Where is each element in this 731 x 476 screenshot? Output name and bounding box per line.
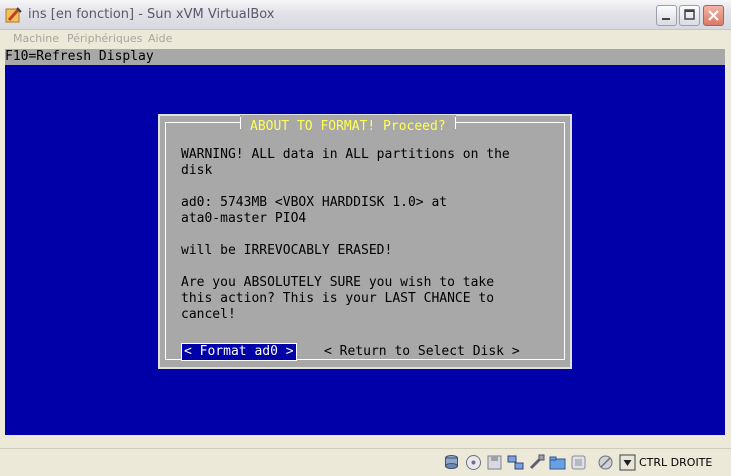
vrdp-icon[interactable]	[570, 454, 587, 471]
warning-text: WARNING! ALL data in ALL partitions on t…	[181, 147, 510, 178]
disk-info-text: ad0: 5743MB <VBOX HARDDISK 1.0> at ata0-…	[181, 195, 448, 226]
menu-machine[interactable]: Machine	[13, 32, 59, 45]
close-button[interactable]	[703, 5, 724, 26]
menu-aide[interactable]: Aide	[148, 32, 172, 45]
minimize-button[interactable]	[656, 5, 677, 26]
dialog-frame: ABOUT TO FORMAT! Proceed? WARNING! ALL d…	[165, 115, 565, 361]
virtualbox-app-icon	[5, 6, 23, 24]
shared-folder-icon[interactable]	[549, 454, 566, 471]
refresh-hint: F10=Refresh Display	[5, 49, 725, 65]
format-confirm-dialog: ABOUT TO FORMAT! Proceed? WARNING! ALL d…	[158, 114, 572, 369]
menu-peripheriques[interactable]: Périphériques	[67, 32, 142, 45]
usb-icon[interactable]	[528, 454, 545, 471]
network-icon[interactable]	[507, 454, 524, 471]
close-icon	[708, 10, 719, 21]
format-ad0-button[interactable]: < Format ad0 >	[181, 343, 297, 361]
status-bar: CTRL DROITE	[0, 448, 731, 476]
minimize-icon	[662, 18, 670, 20]
window-title: ins [en fonction] - Sun xVM VirtualBox	[28, 7, 275, 22]
dialog-title-box: ABOUT TO FORMAT! Proceed?	[240, 115, 456, 134]
vm-display[interactable]: F10=Refresh Display ABOUT TO FORMAT! Pro…	[5, 49, 725, 435]
dialog-title: ABOUT TO FORMAT! Proceed?	[250, 119, 446, 134]
floppy-icon[interactable]	[486, 454, 503, 471]
mouse-integration-icon[interactable]	[597, 454, 614, 471]
return-to-select-disk-button[interactable]: < Return to Select Disk >	[324, 344, 520, 360]
host-key-icon	[619, 454, 636, 471]
hard-disk-icon[interactable]	[443, 454, 460, 471]
maximize-icon	[684, 9, 695, 20]
erase-text: will be IRREVOCABLY ERASED!	[181, 243, 393, 258]
title-bar[interactable]: ins [en fonction] - Sun xVM VirtualBox	[0, 0, 731, 30]
host-key-label: CTRL DROITE	[639, 456, 713, 469]
cd-dvd-icon[interactable]	[465, 454, 482, 471]
menu-bar: Machine Périphériques Aide	[0, 30, 731, 48]
maximize-button[interactable]	[679, 5, 700, 26]
confirm-text: Are you ABSOLUTELY SURE you wish to take…	[181, 275, 495, 322]
